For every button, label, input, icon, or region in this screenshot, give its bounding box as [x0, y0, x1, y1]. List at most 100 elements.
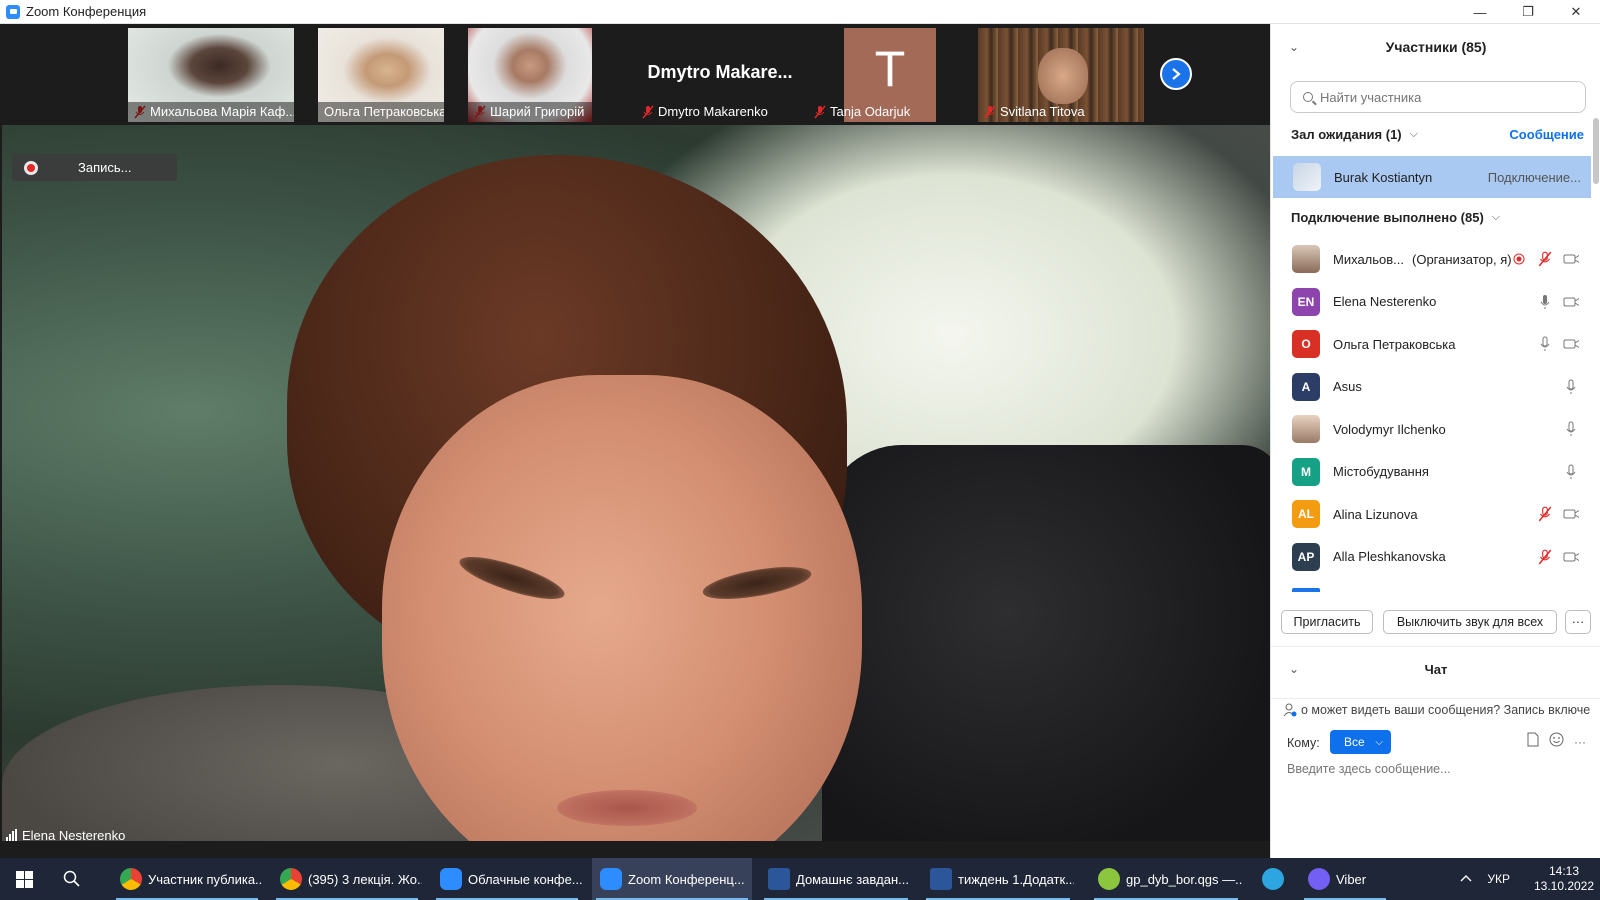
participant-list-scrollbar[interactable] [1593, 118, 1599, 184]
chat-recipient-select[interactable]: Все ⌵ [1330, 730, 1391, 754]
video-off-icon[interactable] [1563, 336, 1579, 352]
signal-strength-icon [6, 829, 17, 841]
avatar [1292, 245, 1320, 274]
chevron-up-icon[interactable] [1459, 872, 1473, 886]
participant-row[interactable]: Volodymyr Ilchenko [1271, 408, 1589, 451]
chrome-icon [280, 868, 302, 890]
waiting-participant-status: Подключение... [1487, 169, 1581, 185]
clock[interactable]: 14:13 13.10.2022 [1528, 864, 1600, 894]
video-thumbnail[interactable]: Ольга Петраковська [318, 28, 444, 122]
clock-time: 14:13 [1548, 864, 1580, 878]
thumbnail-name: Шарий Григорій [468, 102, 592, 122]
video-thumbnail[interactable]: Svitlana Titova [978, 28, 1144, 122]
participant-row[interactable]: AP Alla Pleshkanovska [1271, 536, 1589, 579]
avatar: M [1292, 457, 1320, 486]
clock-date: 13.10.2022 [1533, 879, 1595, 893]
system-tray: УКР 14:13 13.10.2022 [1459, 858, 1600, 900]
video-thumbnail[interactable]: Dmytro Makare... Dmytro Makarenko [636, 28, 804, 122]
language-indicator[interactable]: УКР [1487, 872, 1510, 886]
mic-icon[interactable] [1563, 379, 1579, 395]
taskbar-app-label: Viber [1336, 871, 1367, 887]
participant-row[interactable]: M Містобудування [1271, 451, 1589, 494]
taskbar-app-label: тиждень 1.Додатк... [958, 871, 1074, 887]
thumbnail-name: Михальова Марія Каф... [128, 102, 294, 122]
zoom-icon [600, 868, 622, 890]
active-speaker-video [2, 125, 1270, 841]
mic-icon[interactable] [1537, 294, 1553, 310]
minimize-button[interactable]: — [1456, 0, 1504, 24]
zoom-icon [440, 868, 462, 890]
close-button[interactable]: ✕ [1552, 0, 1600, 24]
start-button[interactable] [0, 858, 48, 900]
title-bar: Zoom Конференция — ❐ ✕ [0, 0, 1600, 24]
telegram-icon [1262, 868, 1284, 890]
participant-name: Volodymyr Ilchenko [1333, 421, 1446, 437]
video-off-icon[interactable] [1563, 251, 1579, 267]
more-options-button[interactable]: ··· [1565, 610, 1591, 634]
taskbar-app-zoom[interactable]: Облачные конфе... [432, 858, 582, 900]
video-thumbnail[interactable]: T Tanja Odarjuk [808, 28, 938, 122]
file-icon[interactable] [1527, 732, 1539, 752]
collapse-chevron-icon[interactable]: ⌄ [1289, 40, 1299, 54]
video-off-icon[interactable] [1563, 549, 1579, 565]
word-icon [930, 868, 952, 890]
participant-name: Ольга Петраковська [1333, 336, 1456, 352]
taskbar-search-button[interactable] [48, 858, 96, 900]
taskbar-app-viber[interactable]: Viber [1300, 858, 1390, 900]
participant-search-input[interactable] [1320, 89, 1560, 105]
qgis-icon [1098, 868, 1120, 890]
taskbar-app-chrome[interactable]: (395) 3 лекція. Жо... [272, 858, 422, 900]
taskbar-app-chrome[interactable]: Участник публика... [112, 858, 262, 900]
participant-row[interactable]: EN Elena Nesterenko [1271, 281, 1589, 324]
participant-name: Михальов... [1333, 251, 1405, 267]
participant-row[interactable]: A Asus [1271, 366, 1589, 409]
mic-muted-icon[interactable] [1537, 251, 1553, 267]
collapse-chevron-icon[interactable]: ⌄ [1289, 662, 1299, 676]
next-page-button[interactable] [1160, 58, 1192, 90]
chevron-down-icon: ⌵ [1409, 128, 1418, 140]
mic-muted-icon[interactable] [1537, 549, 1553, 565]
avatar: AP [1292, 542, 1320, 571]
mic-muted-icon[interactable] [1537, 506, 1553, 522]
chat-privacy-notice[interactable]: о может видеть ваши сообщения? Запись вк… [1271, 698, 1600, 720]
chevron-down-icon: ⌵ [1375, 736, 1383, 748]
taskbar-app-word[interactable]: тиждень 1.Додатк... [922, 858, 1074, 900]
waiting-participant-row[interactable]: Burak Kostiantyn Подключение... [1273, 156, 1591, 198]
joined-header[interactable]: Подключение выполнено (85) ⌵ [1291, 210, 1500, 225]
participants-header: ⌄ Участники (85) [1271, 24, 1600, 70]
avatar: О [1292, 330, 1320, 359]
participant-role-tag: (Организатор, я) [1412, 251, 1512, 267]
mute-all-button[interactable]: Выключить звук для всех [1383, 610, 1557, 634]
taskbar-app-label: Zoom Конференц... [628, 871, 745, 887]
maximize-button[interactable]: ❐ [1504, 0, 1552, 24]
mic-icon[interactable] [1563, 421, 1579, 437]
recording-indicator[interactable]: Запись... [12, 154, 177, 181]
more-icon[interactable]: ··· [1574, 735, 1586, 749]
participant-name: Elena Nesterenko [1333, 294, 1437, 310]
participant-name: Alla Pleshkanovska [1333, 549, 1446, 565]
taskbar-app-qgis[interactable]: gp_dyb_bor.qgs —... [1090, 858, 1242, 900]
waiting-room-label: Зал ожидания (1) [1291, 127, 1402, 142]
search-icon [63, 870, 80, 887]
invite-button[interactable]: Пригласить [1281, 610, 1373, 634]
video-off-icon[interactable] [1563, 506, 1579, 522]
chat-message-input[interactable] [1287, 762, 1587, 776]
taskbar-app-zoom-active[interactable]: Zoom Конференц... [592, 858, 752, 900]
participant-row[interactable]: AL Alina Lizunova [1271, 493, 1589, 536]
mic-icon[interactable] [1563, 464, 1579, 480]
video-thumbnail[interactable]: Шарий Григорій [468, 28, 592, 122]
waiting-room-message-link[interactable]: Сообщение [1509, 127, 1584, 142]
participant-name: Містобудування [1333, 464, 1429, 480]
mic-icon[interactable] [1537, 336, 1553, 352]
waiting-room-header[interactable]: Зал ожидания (1) ⌵ [1291, 127, 1418, 142]
participant-row[interactable]: Михальов... (Организатор, я) [1271, 238, 1589, 281]
taskbar-app-telegram[interactable] [1254, 858, 1294, 900]
video-off-icon[interactable] [1563, 294, 1579, 310]
participant-search[interactable] [1290, 81, 1586, 113]
taskbar-app-word[interactable]: Домашнє завдан... [760, 858, 912, 900]
taskbar-app-label: Участник публика... [148, 871, 262, 887]
emoji-icon[interactable] [1549, 732, 1564, 752]
participant-row[interactable]: О Ольга Петраковська [1271, 323, 1589, 366]
video-thumbnail[interactable]: Михальова Марія Каф... [128, 28, 294, 122]
taskbar-app-label: Облачные конфе... [468, 871, 582, 887]
